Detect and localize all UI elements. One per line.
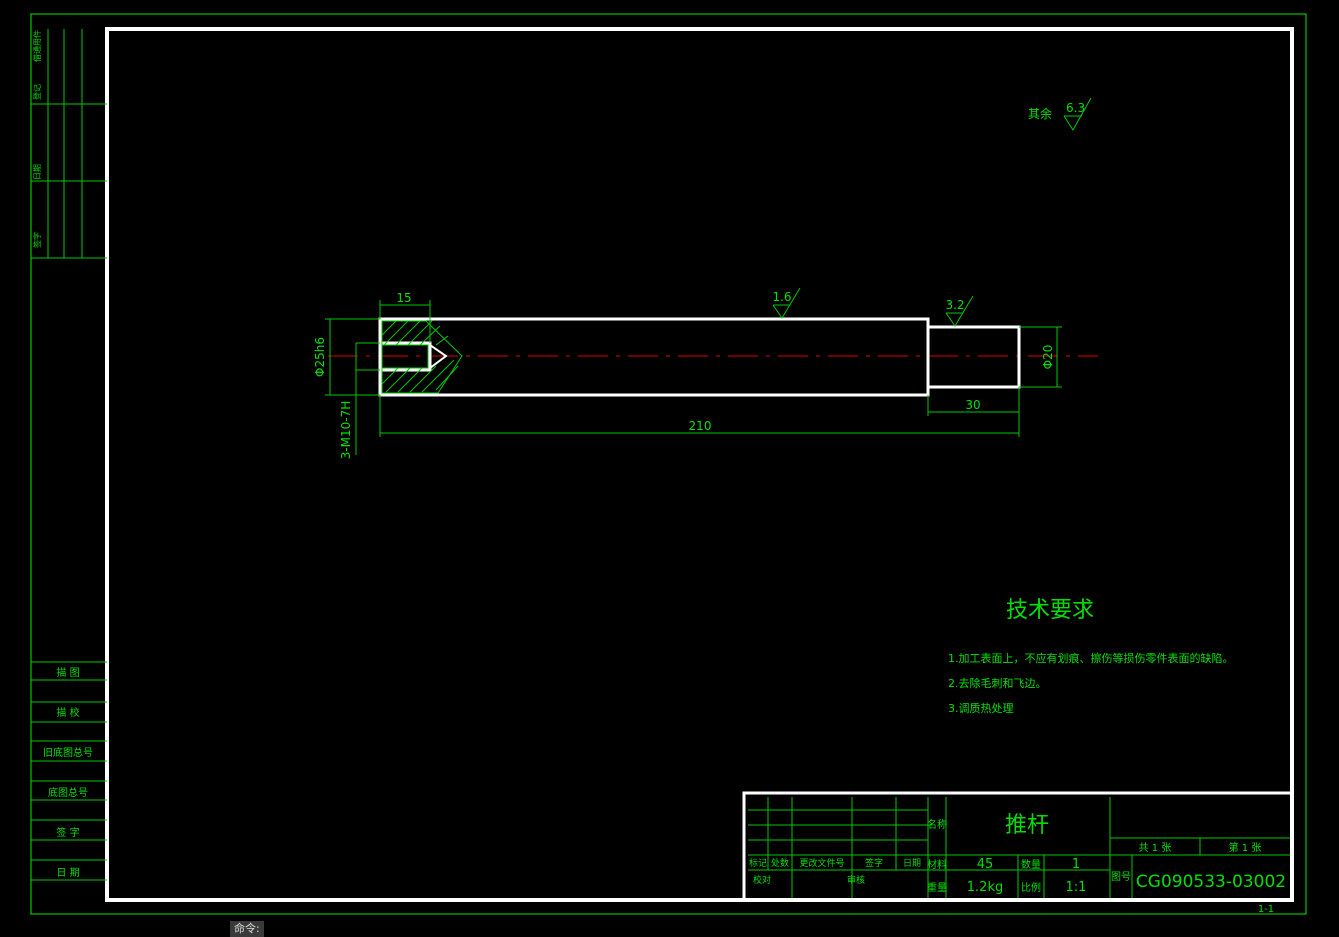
tb-design: 校对 — [753, 874, 771, 886]
side-label-dituzonghao: 底图总号 — [48, 786, 88, 799]
page-number: 1-1 — [1258, 904, 1274, 915]
tb-rev-h3: 更改文件号 — [799, 857, 844, 869]
roughness-3-2: 3.2 — [945, 298, 964, 312]
drawing-canvas: 借通用件 登记 日期 签字 描 图 描 校 旧底图总号 底图总号 签 字 日 期… — [30, 13, 1307, 915]
side-label-miaojiao: 描 校 — [56, 706, 79, 719]
dim-30: 30 — [965, 398, 980, 412]
tb-approve: 审核 — [847, 874, 865, 886]
dim-210: 210 — [689, 419, 712, 433]
tb-scale-label: 比例 — [1021, 881, 1041, 894]
tb-sheet-no: 第 1 张 — [1229, 841, 1262, 854]
tb-material-label: 材料 — [927, 858, 947, 871]
dimension-texts: 15 Φ25h6 3-M10-7H 210 30 Φ20 — [313, 291, 1055, 459]
tb-rev-h5: 日期 — [903, 858, 921, 869]
side-cell-1: 借通用件 — [32, 30, 42, 62]
tb-dwg-no: CG090533-03002 — [1136, 872, 1286, 892]
dim-15: 15 — [396, 291, 411, 305]
tb-qty-label: 数量 — [1021, 858, 1041, 871]
tech-item-2: 2.去除毛刺和飞边。 — [948, 676, 1047, 690]
side-strip-bottom-labels: 描 图 描 校 旧底图总号 底图总号 签 字 日 期 — [43, 666, 93, 879]
tb-name-label: 名称 — [927, 818, 947, 831]
tech-item-1: 1.加工表面上，不应有划痕、擦伤等损伤零件表面的缺陷。 — [948, 651, 1234, 665]
roughness-1-6: 1.6 — [772, 290, 791, 304]
roughness-default-label: 其余 — [1028, 106, 1052, 121]
side-strip-top-labels: 借通用件 登记 日期 签字 — [32, 30, 42, 248]
tb-rev-h1: 标记 — [749, 857, 767, 869]
side-cell-4: 签字 — [32, 232, 42, 248]
tb-dwg-label: 图号 — [1111, 871, 1131, 883]
part-outline — [378, 317, 1021, 397]
tb-weight: 1.2kg — [967, 880, 1003, 895]
side-label-riqi: 日 期 — [56, 867, 79, 879]
tb-part-name: 推杆 — [1005, 813, 1049, 838]
tech-title: 技术要求 — [1006, 598, 1094, 623]
side-cell-2: 登记 — [32, 84, 42, 100]
tb-sheets: 共 1 张 — [1139, 842, 1172, 854]
title-block: 名称 推杆 材料 45 数量 1 重量 1.2kg 比例 1:1 共 1 张 第… — [742, 791, 1294, 902]
tb-material: 45 — [977, 857, 994, 872]
side-label-qianzi: 签 字 — [56, 826, 79, 839]
dim-d20: Φ20 — [1041, 345, 1055, 370]
side-label-miaotu: 描 图 — [56, 666, 79, 679]
outer-frame — [30, 13, 1307, 915]
tb-rev-h4: 签字 — [865, 857, 883, 869]
inner-frame — [105, 27, 1294, 902]
tb-scale: 1:1 — [1066, 880, 1087, 895]
dim-d25: Φ25h6 — [313, 337, 327, 377]
section-hatch — [381, 320, 463, 394]
tech-item-3: 3.调质热处理 — [948, 702, 1014, 715]
dim-thread: 3-M10-7H — [339, 401, 353, 460]
side-label-jiudituzonghao: 旧底图总号 — [43, 746, 93, 759]
tb-rev-h2: 处数 — [771, 857, 789, 869]
side-cell-3: 日期 — [33, 164, 42, 180]
tb-qty: 1 — [1072, 857, 1080, 872]
roughness-default: 其余 6.3 — [1028, 97, 1092, 131]
tb-weight-label: 重量 — [927, 881, 947, 894]
tech-requirements: 技术要求 1.加工表面上，不应有划痕、擦伤等损伤零件表面的缺陷。 2.去除毛刺和… — [948, 598, 1234, 715]
command-line[interactable]: 命令: — [230, 921, 264, 937]
